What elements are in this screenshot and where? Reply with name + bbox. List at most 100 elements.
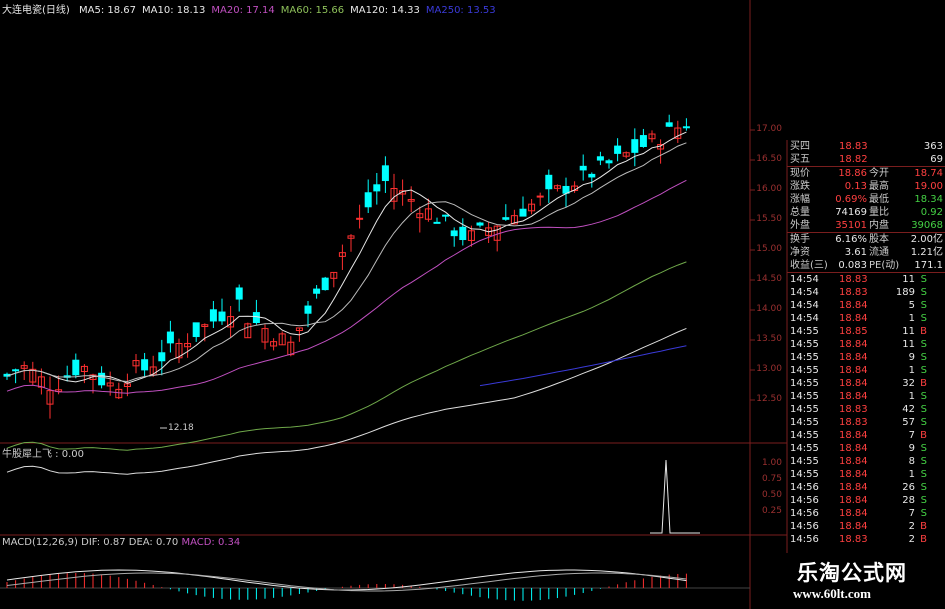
tick-row[interactable]: 14:55 18.85 11 B <box>787 325 945 338</box>
tick-row[interactable]: 14:55 18.84 8 S <box>787 455 945 468</box>
ma-legend-item: MA10: 18.13 <box>142 5 206 16</box>
tick-volume: 1 <box>908 365 915 376</box>
tick-price: 18.84 <box>839 300 868 311</box>
tick-row[interactable]: 14:54 18.83 189 S <box>787 286 945 299</box>
tick-direction: S <box>920 417 927 428</box>
candle-body <box>433 221 441 224</box>
tick-time: 14:56 <box>790 482 819 493</box>
candle-body <box>373 184 381 192</box>
candle-body <box>639 135 647 147</box>
tick-row[interactable]: 14:55 18.83 42 S <box>787 403 945 416</box>
stat-label: 量比 <box>869 207 889 218</box>
candle-body <box>166 331 174 344</box>
stat-label: 换手 <box>790 234 810 245</box>
tick-list[interactable]: 14:54 18.83 11 S 14:54 18.83 189 S 14:54 18.84 5 S 1… <box>787 273 945 546</box>
macd-label: MACD(12,26,9) DIF: 0.87 DEA: 0.70 MACD: … <box>2 537 240 548</box>
tick-volume: 8 <box>908 456 915 467</box>
tick-time: 14:54 <box>790 313 819 324</box>
stat-row: 总量 74169 量比 0.92 <box>787 206 945 219</box>
ma-legend-item: MA120: 14.33 <box>350 5 420 16</box>
tick-row[interactable]: 14:55 18.84 1 S <box>787 364 945 377</box>
tick-direction: S <box>920 469 927 480</box>
tick-direction: B <box>920 326 927 337</box>
tick-volume: 42 <box>902 404 915 415</box>
stat-label: 内盘 <box>869 220 889 231</box>
tick-time: 14:55 <box>790 365 819 376</box>
tick-volume: 57 <box>902 417 915 428</box>
tick-price: 18.84 <box>839 339 868 350</box>
tick-row[interactable]: 14:55 18.84 11 S <box>787 338 945 351</box>
tick-direction: S <box>920 339 927 350</box>
tick-direction: S <box>920 300 927 311</box>
tick-direction: B <box>920 521 927 532</box>
tick-price: 18.84 <box>839 443 868 454</box>
candle-body <box>682 126 690 129</box>
tick-row[interactable]: 14:55 18.83 57 S <box>787 416 945 429</box>
tick-row[interactable]: 14:55 18.84 1 S <box>787 468 945 481</box>
stat-label: 股本 <box>869 234 889 245</box>
tick-time: 14:55 <box>790 456 819 467</box>
price-axis-label: 13.00 <box>756 364 782 374</box>
tick-row[interactable]: 14:56 18.83 2 B <box>787 533 945 546</box>
candle-body <box>209 309 217 322</box>
stat-value: 74169 <box>835 207 867 218</box>
tick-row[interactable]: 14:54 18.84 1 S <box>787 312 945 325</box>
stat-row: 收益(三) 0.083 PE(动) 171.1 <box>787 259 945 272</box>
candle-body <box>381 165 389 182</box>
quote-name: 买五 <box>790 154 810 165</box>
ma-line <box>6 327 687 475</box>
ma-legend-item: MA20: 17.14 <box>211 5 275 16</box>
tick-row[interactable]: 14:56 18.84 28 S <box>787 494 945 507</box>
tick-row[interactable]: 14:55 18.84 7 B <box>787 429 945 442</box>
tick-row[interactable]: 14:55 18.84 9 S <box>787 442 945 455</box>
stat-value: 35101 <box>835 220 867 231</box>
stat-label: 总量 <box>790 207 810 218</box>
candle-body <box>364 192 372 208</box>
candle-body <box>605 160 613 164</box>
stat-value: 18.74 <box>914 168 943 179</box>
stock-title: 大连电瓷(日线) <box>2 5 70 16</box>
tick-volume: 7 <box>908 430 915 441</box>
tick-row[interactable]: 14:54 18.84 5 S <box>787 299 945 312</box>
candle-body <box>545 174 553 190</box>
candle-body <box>356 217 364 220</box>
candle-body <box>218 311 226 322</box>
quote-price: 18.83 <box>839 141 868 152</box>
tick-row[interactable]: 14:56 18.84 7 S <box>787 507 945 520</box>
stat-label: 今开 <box>869 168 889 179</box>
indicator-axis-label: 0.25 <box>761 506 782 516</box>
candle-body <box>536 195 544 198</box>
stat-row: 现价 18.86 今开 18.74 <box>787 167 945 180</box>
stat-value: 0.92 <box>920 207 943 218</box>
stat-value: 19.00 <box>914 181 943 192</box>
tick-volume: 32 <box>902 378 915 389</box>
tick-volume: 1 <box>908 313 915 324</box>
indicator-axis-label: 0.75 <box>761 474 782 484</box>
price-axis-label: 14.50 <box>756 274 782 284</box>
stat-label: 收益(三) <box>790 260 828 271</box>
tick-row[interactable]: 14:56 18.84 26 S <box>787 481 945 494</box>
tick-time: 14:55 <box>790 326 819 337</box>
ma-legend-item: MA5: 18.67 <box>79 5 137 16</box>
stat-label: 最低 <box>869 194 889 205</box>
quote-price: 18.82 <box>839 154 868 165</box>
tick-row[interactable]: 14:55 18.84 32 B <box>787 377 945 390</box>
tick-time: 14:54 <box>790 274 819 285</box>
stat-label: 现价 <box>790 168 810 179</box>
tick-row[interactable]: 14:55 18.84 9 S <box>787 351 945 364</box>
tick-volume: 1 <box>908 469 915 480</box>
stat-row: 换手 6.16% 股本 2.00亿 <box>787 233 945 246</box>
tick-volume: 28 <box>902 495 915 506</box>
candle-body <box>665 122 673 127</box>
tick-direction: S <box>920 352 927 363</box>
tick-row[interactable]: 14:54 18.83 11 S <box>787 273 945 286</box>
tick-direction: S <box>920 404 927 415</box>
stat-row: 涨跌 0.13 最高 19.00 <box>787 180 945 193</box>
candle-body <box>235 287 243 300</box>
tick-time: 14:54 <box>790 300 819 311</box>
tick-row[interactable]: 14:55 18.84 1 S <box>787 390 945 403</box>
candle-body <box>158 352 166 362</box>
tick-row[interactable]: 14:56 18.84 2 B <box>787 520 945 533</box>
price-axis-label: 13.50 <box>756 334 782 344</box>
tick-price: 18.85 <box>839 326 868 337</box>
